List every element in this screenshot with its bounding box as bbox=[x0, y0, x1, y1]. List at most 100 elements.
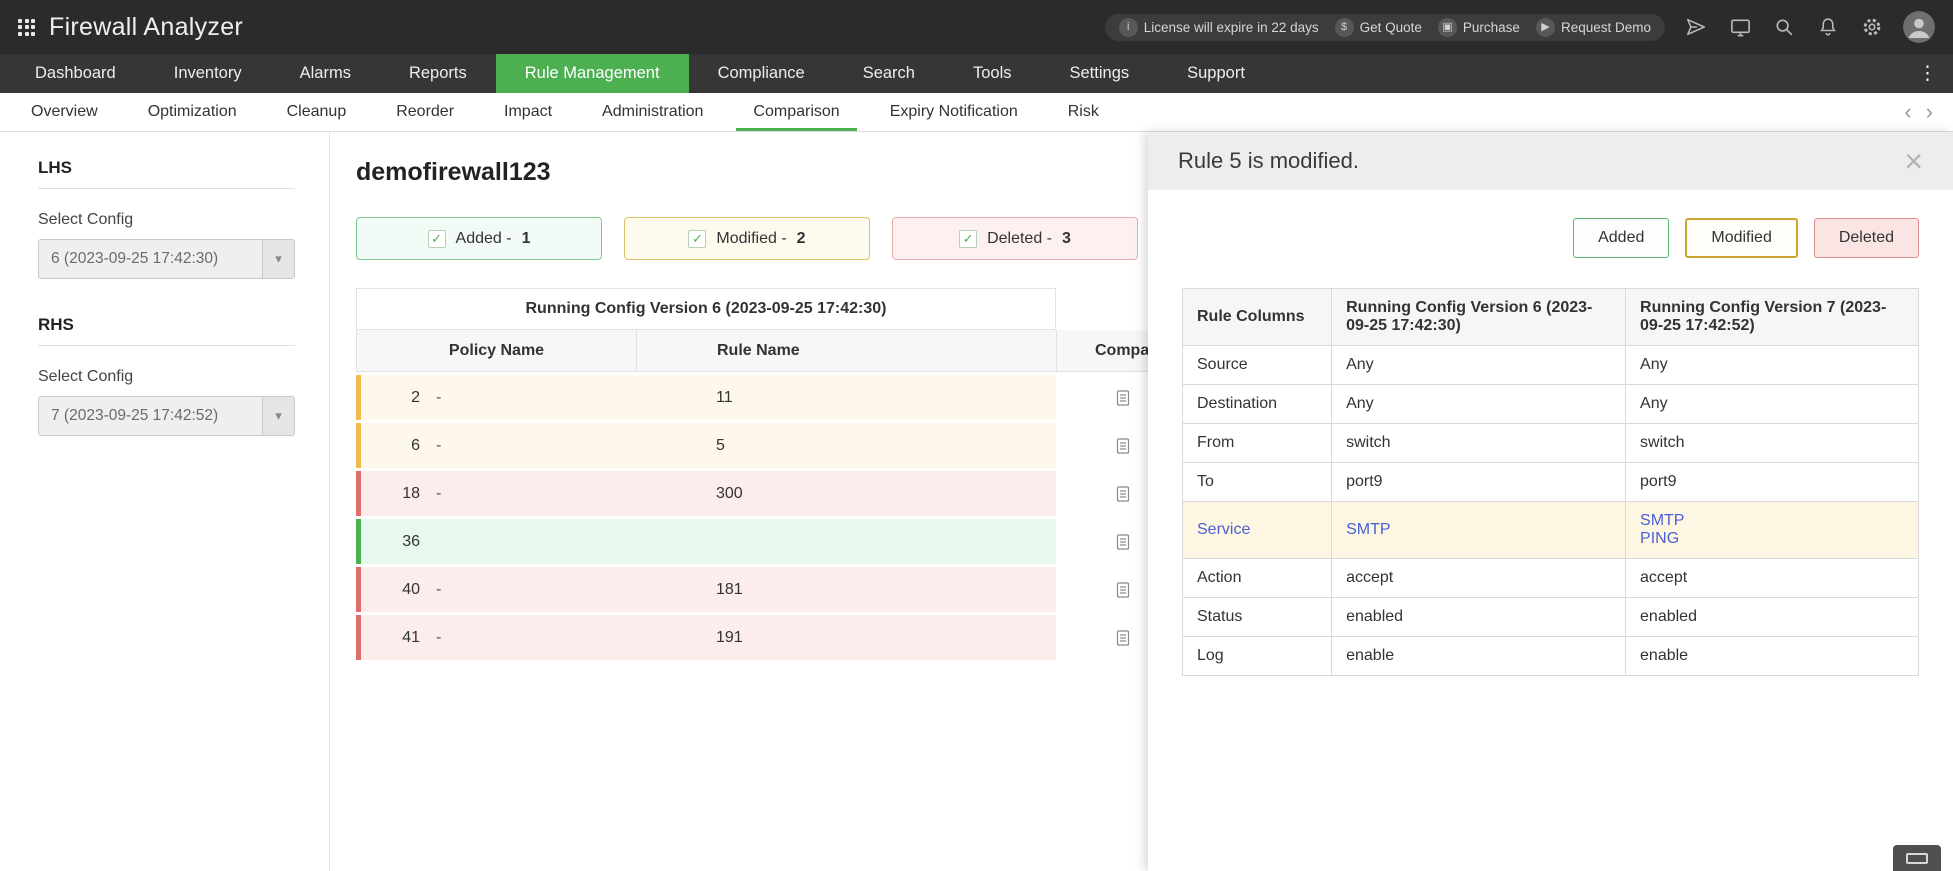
rule-name: 11 bbox=[636, 375, 1056, 420]
notifications-bell-icon[interactable] bbox=[1815, 14, 1841, 40]
rule-column-label: Status bbox=[1181, 597, 1333, 637]
user-avatar[interactable] bbox=[1903, 11, 1935, 43]
comparison-sidebar: LHS Select Config 6 (2023-09-25 17:42:30… bbox=[0, 132, 330, 871]
service-link[interactable]: Service bbox=[1181, 501, 1333, 559]
get-quote-button[interactable]: $ Get Quote bbox=[1334, 17, 1422, 37]
dollar-icon: $ bbox=[1334, 17, 1354, 37]
version7-header: Running Config Version 7 (2023-09-25 17:… bbox=[1625, 288, 1919, 346]
license-expiry-badge[interactable]: i License will expire in 22 days bbox=[1118, 17, 1319, 37]
chevron-left-icon[interactable]: ‹ bbox=[1904, 99, 1911, 125]
filter-modified-label: Modified - bbox=[716, 229, 787, 247]
table-row-modified: Service SMTP SMTP PING bbox=[1181, 501, 1919, 559]
modified-button[interactable]: Modified bbox=[1685, 218, 1798, 258]
v7-value: switch bbox=[1625, 423, 1919, 463]
filter-added-label: Added - bbox=[455, 229, 512, 247]
nav-inventory[interactable]: Inventory bbox=[145, 54, 271, 93]
policy-name: 2 bbox=[411, 388, 420, 406]
checkbox-checked-icon[interactable] bbox=[688, 229, 707, 248]
rule-comparison-table: Rule Columns Running Config Version 6 (2… bbox=[1181, 288, 1919, 676]
filter-added[interactable]: Added - 1 bbox=[356, 217, 602, 260]
apps-grid-icon[interactable] bbox=[18, 18, 35, 36]
rule-columns-header: Rule Columns bbox=[1181, 288, 1333, 346]
search-icon[interactable] bbox=[1771, 14, 1797, 40]
subnav-pager: ‹ › bbox=[1904, 93, 1953, 131]
subnav-expiry-notification[interactable]: Expiry Notification bbox=[865, 93, 1043, 131]
nav-support[interactable]: Support bbox=[1158, 54, 1274, 93]
lhs-config-select[interactable]: 6 (2023-09-25 17:42:30) ▾ bbox=[38, 239, 295, 279]
lhs-select-config-label: Select Config bbox=[38, 211, 134, 228]
deleted-button[interactable]: Deleted bbox=[1813, 218, 1919, 258]
table-row: Source Any Any bbox=[1181, 345, 1919, 385]
compare-icon[interactable] bbox=[1114, 581, 1132, 599]
nav-overflow-icon[interactable]: ⋮ bbox=[1902, 54, 1953, 93]
policy-name-column-header: Policy Name bbox=[357, 330, 637, 371]
rule-modified-title: Rule 5 is modified. bbox=[1178, 148, 1359, 173]
nav-search[interactable]: Search bbox=[834, 54, 944, 93]
policy-dash: - bbox=[436, 628, 442, 646]
nav-reports[interactable]: Reports bbox=[380, 54, 496, 93]
lhs-heading: LHS bbox=[38, 158, 295, 189]
checkbox-checked-icon[interactable] bbox=[427, 229, 446, 248]
v7-service-value[interactable]: SMTP PING bbox=[1625, 501, 1919, 559]
policy-dash: - bbox=[436, 388, 442, 406]
compare-icon[interactable] bbox=[1114, 485, 1132, 503]
policy-name: 6 bbox=[411, 436, 420, 454]
rhs-config-select[interactable]: 7 (2023-09-25 17:42:52) ▾ bbox=[38, 396, 295, 436]
subnav-administration[interactable]: Administration bbox=[577, 93, 728, 131]
filter-deleted[interactable]: Deleted - 3 bbox=[892, 217, 1138, 260]
v6-value: port9 bbox=[1331, 462, 1627, 502]
request-demo-button[interactable]: ▶ Request Demo bbox=[1535, 17, 1651, 37]
v6-value: accept bbox=[1331, 558, 1627, 598]
rule-name: 181 bbox=[636, 567, 1056, 612]
policy-name: 41 bbox=[402, 628, 420, 646]
license-expiry-label: License will expire in 22 days bbox=[1143, 19, 1319, 35]
v6-value: enabled bbox=[1331, 597, 1627, 637]
rule-column-label: To bbox=[1181, 462, 1333, 502]
v6-value: Any bbox=[1331, 384, 1627, 424]
added-button[interactable]: Added bbox=[1573, 218, 1670, 258]
chevron-down-icon[interactable]: ▾ bbox=[262, 240, 294, 278]
nav-compliance[interactable]: Compliance bbox=[689, 54, 834, 93]
rule-name: 191 bbox=[636, 615, 1056, 660]
chevron-right-icon[interactable]: › bbox=[1926, 99, 1933, 125]
chat-icon bbox=[1906, 852, 1928, 864]
demo-monitor-icon[interactable] bbox=[1727, 14, 1753, 40]
nav-rule-management[interactable]: Rule Management bbox=[495, 54, 689, 93]
checkbox-checked-icon[interactable] bbox=[959, 229, 978, 248]
filter-modified[interactable]: Modified - 2 bbox=[624, 217, 870, 260]
license-badge-group: i License will expire in 22 days $ Get Q… bbox=[1104, 13, 1665, 41]
subnav-cleanup[interactable]: Cleanup bbox=[262, 93, 372, 131]
getting-started-rocket-icon[interactable] bbox=[1683, 14, 1709, 40]
subnav-overview[interactable]: Overview bbox=[6, 93, 123, 131]
nav-dashboard[interactable]: Dashboard bbox=[6, 54, 145, 93]
v6-service-value[interactable]: SMTP bbox=[1331, 501, 1627, 559]
subnav-reorder[interactable]: Reorder bbox=[371, 93, 479, 131]
chevron-down-icon[interactable]: ▾ bbox=[262, 397, 294, 435]
info-icon: i bbox=[1118, 17, 1138, 37]
subnav-impact[interactable]: Impact bbox=[479, 93, 577, 131]
subnav-risk[interactable]: Risk bbox=[1043, 93, 1124, 131]
compare-icon[interactable] bbox=[1114, 437, 1132, 455]
subnav-optimization[interactable]: Optimization bbox=[123, 93, 262, 131]
rule-column-label: Source bbox=[1181, 345, 1333, 385]
nav-tools[interactable]: Tools bbox=[944, 54, 1041, 93]
nav-alarms[interactable]: Alarms bbox=[271, 54, 380, 93]
chat-widget-button[interactable] bbox=[1893, 845, 1941, 871]
cart-icon: ▣ bbox=[1437, 17, 1457, 37]
nav-settings[interactable]: Settings bbox=[1041, 54, 1159, 93]
app-header: Firewall Analyzer i License will expire … bbox=[0, 0, 1953, 54]
subnav-comparison[interactable]: Comparison bbox=[728, 93, 864, 131]
settings-gear-icon[interactable] bbox=[1859, 14, 1885, 40]
rule-column-label: Action bbox=[1181, 558, 1333, 598]
lhs-config-value: 6 (2023-09-25 17:42:30) bbox=[51, 250, 219, 267]
rhs-config-value: 7 (2023-09-25 17:42:52) bbox=[51, 407, 219, 424]
close-icon[interactable]: × bbox=[1904, 145, 1923, 177]
rule-column-label: From bbox=[1181, 423, 1333, 463]
rule-name: 300 bbox=[636, 471, 1056, 516]
purchase-button[interactable]: ▣ Purchase bbox=[1437, 17, 1520, 37]
version6-header: Running Config Version 6 (2023-09-25 17:… bbox=[1331, 288, 1627, 346]
compare-icon[interactable] bbox=[1114, 629, 1132, 647]
compare-icon[interactable] bbox=[1114, 389, 1132, 407]
get-quote-label: Get Quote bbox=[1359, 19, 1422, 35]
compare-icon[interactable] bbox=[1114, 533, 1132, 551]
